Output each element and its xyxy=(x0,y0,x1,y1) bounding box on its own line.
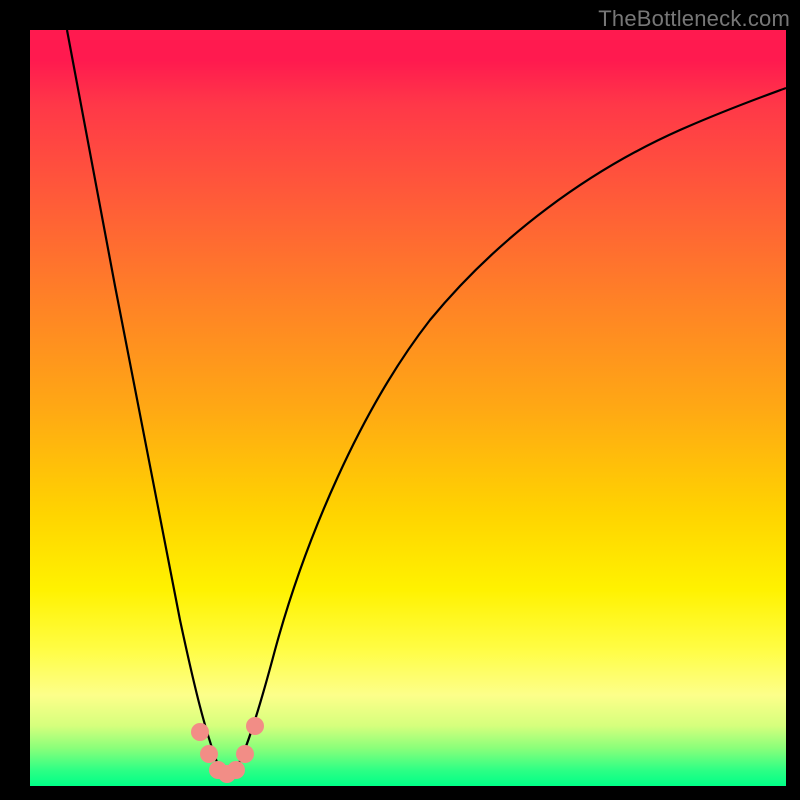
marker-group xyxy=(191,717,264,783)
marker-dot xyxy=(218,765,236,783)
marker-dot xyxy=(200,745,218,763)
marker-dot xyxy=(236,745,254,763)
chart-frame: TheBottleneck.com xyxy=(0,0,800,800)
curve-path xyxy=(67,30,786,777)
watermark-text: TheBottleneck.com xyxy=(598,6,790,32)
marker-dot xyxy=(227,761,245,779)
bottleneck-curve xyxy=(30,30,786,786)
marker-dot xyxy=(191,723,209,741)
plot-area xyxy=(30,30,786,786)
marker-dot xyxy=(209,761,227,779)
marker-dot xyxy=(246,717,264,735)
